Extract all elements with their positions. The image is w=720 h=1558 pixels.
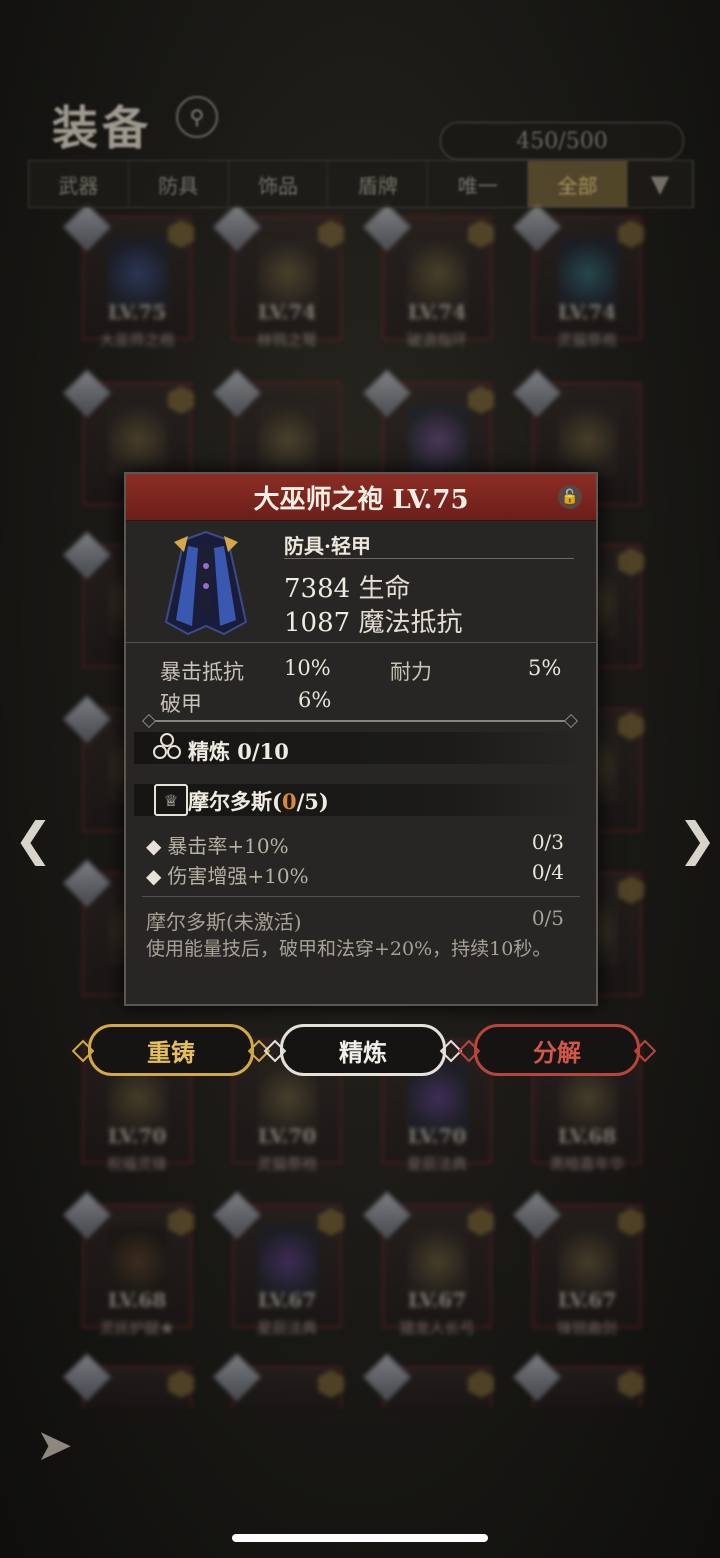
item-level: LV.70 <box>257 1124 317 1148</box>
sub-stat-label: 耐力 <box>390 660 432 684</box>
tab-weapons[interactable]: 武器 <box>29 161 129 207</box>
lock-button[interactable]: 🔓 <box>558 485 582 509</box>
set-bonus: ◆ 暴击率+10% <box>146 834 289 858</box>
tab-armor[interactable]: 防具 <box>129 161 229 207</box>
stat-label: 生命 <box>358 574 411 604</box>
filter-button[interactable]: ▼ <box>628 161 693 207</box>
lock-icon: 🔓 <box>561 489 579 505</box>
set-effect-description: 使用能量技后，破甲和法穿+20%，持续10秒。 <box>146 938 552 960</box>
reforge-label: 重铸 <box>147 1037 195 1067</box>
set-count: 0 <box>281 789 297 814</box>
refine-label: 精炼 <box>339 1037 387 1067</box>
main-stat-hp: 7384 生命 <box>284 568 410 605</box>
item-level: LV.67 <box>407 1288 467 1312</box>
item-detail-popup: 大巫师之袍 LV.75 🔓 防具·轻甲 7384 生命 1087 魔法抵抗 暴击… <box>124 472 598 1006</box>
sub-stat-label: 暴击抵抗 <box>160 660 244 684</box>
item-name: 祝福灵锋 <box>106 1155 167 1173</box>
inventory-item-card[interactable]: LV.67 星辰法典 <box>212 1190 344 1337</box>
inventory-item-card[interactable] <box>362 1352 494 1408</box>
refine-icon <box>153 733 181 759</box>
stat-value: 7384 <box>284 574 351 604</box>
inventory-item-card[interactable] <box>62 1352 194 1408</box>
divider <box>142 896 580 897</box>
item-name: 星辰法典 <box>256 1319 317 1337</box>
inventory-item-card[interactable] <box>512 1352 644 1408</box>
sub-stat-label: 破甲 <box>160 692 202 716</box>
inventory-item-card[interactable]: LV.74 林鸮之弩 <box>212 202 344 349</box>
item-name: 大巫师之袍 <box>99 331 175 349</box>
refine-status: 精炼 0/10 <box>188 739 289 764</box>
sub-stat-value: 5% <box>528 656 562 680</box>
page-title: 装备 <box>52 101 152 155</box>
ornament-divider <box>150 720 570 722</box>
item-level: LV.74 <box>557 300 617 324</box>
stat-value: 1087 <box>284 608 351 638</box>
inventory-item-card[interactable] <box>212 1352 344 1408</box>
tab-accessories[interactable]: 饰品 <box>229 161 329 207</box>
previous-item-arrow[interactable]: ❮ <box>14 812 53 866</box>
item-name: 锋锐曲剑 <box>556 1319 617 1337</box>
item-name: 黑暗嘉年华 <box>549 1155 625 1173</box>
decompose-label: 分解 <box>533 1037 581 1067</box>
item-level: LV.67 <box>557 1288 617 1312</box>
set-effect-progress: 0/5 <box>531 906 564 930</box>
item-name: 破浪指环 <box>406 331 467 349</box>
search-button[interactable]: ⚲ <box>176 96 218 138</box>
item-level: LV.68 <box>557 1124 617 1148</box>
reforge-button[interactable]: 重铸 <box>71 1024 271 1076</box>
item-level: LV.68 <box>107 1288 167 1312</box>
tab-all[interactable]: 全部 <box>528 161 628 207</box>
back-arrow-icon: ➤ <box>36 1420 73 1471</box>
set-icon: ♕ <box>154 784 188 816</box>
next-item-arrow[interactable]: ❯ <box>678 812 717 866</box>
inventory-item-card[interactable]: LV.67 猎龙人长弓 <box>362 1190 494 1337</box>
item-name: 灵猫祭袍 <box>256 1155 317 1173</box>
item-name: 灵猫祭袍 <box>556 331 617 349</box>
item-level: LV.74 <box>257 300 317 324</box>
robe-icon <box>164 530 248 636</box>
divider <box>126 642 596 643</box>
sub-stat-value: 6% <box>298 688 332 712</box>
set-name: 摩尔多斯(0/5) <box>188 789 329 814</box>
category-tabs: 武器 防具 饰品 盾牌 唯一 全部 ▼ <box>28 160 694 208</box>
item-subtype: 防具·轻甲 <box>284 534 371 558</box>
set-bonus-progress: 0/4 <box>531 860 564 884</box>
inventory-capacity: 450/500 <box>440 122 684 160</box>
item-level: LV.74 <box>407 300 467 324</box>
item-level: LV.70 <box>107 1124 167 1148</box>
inventory-item-card[interactable]: LV.67 锋锐曲剑 <box>512 1190 644 1337</box>
divider <box>284 558 574 559</box>
popup-header: 大巫师之袍 LV.75 🔓 <box>126 474 596 521</box>
item-level: LV.70 <box>407 1124 467 1148</box>
main-stat-magic-resist: 1087 魔法抵抗 <box>284 602 462 639</box>
stat-label: 魔法抵抗 <box>358 608 463 638</box>
inventory-item-card[interactable]: LV.74 灵猫祭袍 <box>512 202 644 349</box>
back-button[interactable]: ➤ <box>36 1420 73 1471</box>
item-name: 猎龙人长弓 <box>399 1319 475 1337</box>
item-name: 星辰法典 <box>406 1155 467 1173</box>
refine-button[interactable]: 精炼 <box>263 1024 463 1076</box>
tab-shields[interactable]: 盾牌 <box>328 161 429 207</box>
tab-unique[interactable]: 唯一 <box>428 161 529 207</box>
inventory-item-card[interactable]: LV.75 大巫师之袍 <box>62 202 194 349</box>
set-effect-title: 摩尔多斯(未激活) <box>146 910 302 934</box>
inventory-item-card[interactable]: LV.68 灵抚护腿★ <box>62 1190 194 1337</box>
item-name: 林鸮之弩 <box>256 331 317 349</box>
filter-icon: ▼ <box>650 170 670 198</box>
home-indicator[interactable] <box>232 1534 488 1542</box>
set-bonus: ◆ 伤害增强+10% <box>146 864 309 888</box>
set-bonus-progress: 0/3 <box>531 830 564 854</box>
item-name: 灵抚护腿★ <box>99 1319 175 1337</box>
item-level: LV.75 <box>107 300 167 324</box>
item-title: 大巫师之袍 LV.75 <box>253 484 469 515</box>
inventory-item-card[interactable]: LV.74 破浪指环 <box>362 202 494 349</box>
item-level: LV.67 <box>257 1288 317 1312</box>
search-icon: ⚲ <box>189 105 205 129</box>
sub-stat-value: 10% <box>284 656 331 680</box>
decompose-button[interactable]: 分解 <box>457 1024 657 1076</box>
